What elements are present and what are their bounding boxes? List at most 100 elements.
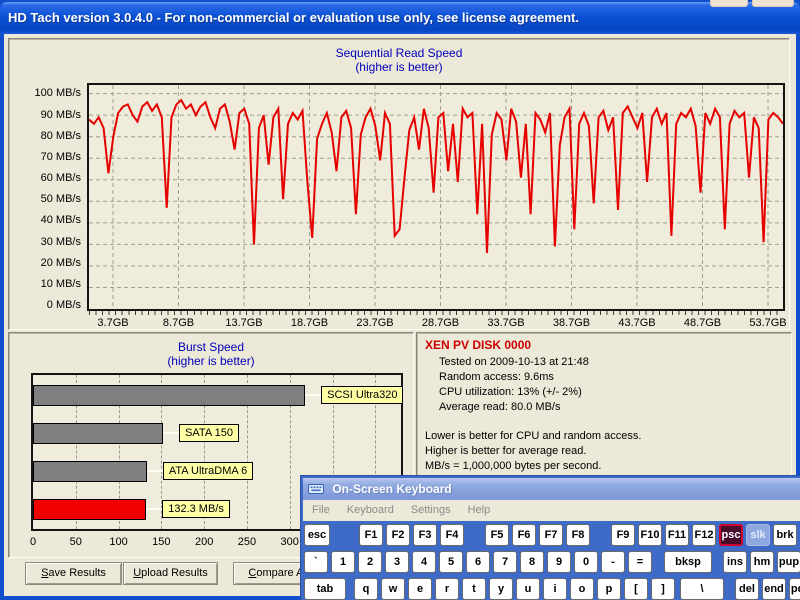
osk-key-5[interactable]: 5 bbox=[439, 551, 463, 573]
osk-key-0[interactable]: 0 bbox=[574, 551, 598, 573]
osk-key-y[interactable]: y bbox=[489, 578, 513, 600]
burst-axis-label: 300 bbox=[281, 536, 299, 548]
osk-key-F6[interactable]: F6 bbox=[512, 524, 536, 546]
osk-key-bksp[interactable]: bksp bbox=[664, 551, 712, 573]
osk-key-pup[interactable]: pup bbox=[777, 551, 800, 573]
osk-key-F4[interactable]: F4 bbox=[440, 524, 464, 546]
x-axis-tick-label: 33.7GB bbox=[487, 317, 524, 329]
osk-key-[interactable]: ] bbox=[651, 578, 675, 600]
bar-label-connector bbox=[163, 432, 179, 434]
x-axis-tick-label: 3.7GB bbox=[97, 317, 128, 329]
osk-key-t[interactable]: t bbox=[462, 578, 486, 600]
seq-read-line bbox=[89, 100, 783, 253]
osk-key-r[interactable]: r bbox=[435, 578, 459, 600]
y-axis-tick-label: 40 MB/s bbox=[11, 214, 81, 226]
osk-key-slk[interactable]: slk bbox=[746, 524, 770, 546]
x-axis-tick-label: 8.7GB bbox=[163, 317, 194, 329]
osk-key-[interactable]: = bbox=[628, 551, 652, 573]
osk-key-e[interactable]: e bbox=[408, 578, 432, 600]
osk-key-F12[interactable]: F12 bbox=[692, 524, 716, 546]
save-results-button[interactable]: Save Results bbox=[25, 562, 122, 585]
osk-menu-file[interactable]: File bbox=[312, 500, 330, 521]
x-axis-tick-label: 23.7GB bbox=[356, 317, 393, 329]
burst-bar-label: ATA UltraDMA 6 bbox=[163, 462, 253, 480]
keyboard-icon bbox=[308, 480, 324, 502]
burst-bar-label: 132.3 MB/s bbox=[162, 500, 230, 518]
osk-key-F1[interactable]: F1 bbox=[359, 524, 383, 546]
osk-key-F8[interactable]: F8 bbox=[566, 524, 590, 546]
osk-key-u[interactable]: u bbox=[516, 578, 540, 600]
sequential-read-panel: Sequential Read Speed (higher is better)… bbox=[8, 38, 790, 330]
x-axis-tick-label: 38.7GB bbox=[553, 317, 590, 329]
x-axis-tick-label: 53.7GB bbox=[749, 317, 786, 329]
osk-titlebar[interactable]: On-Screen Keyboard bbox=[303, 478, 800, 500]
osk-key-w[interactable]: w bbox=[381, 578, 405, 600]
osk-key-F3[interactable]: F3 bbox=[413, 524, 437, 546]
osk-key-F2[interactable]: F2 bbox=[386, 524, 410, 546]
y-axis-tick-label: 30 MB/s bbox=[11, 236, 81, 248]
osk-key-[interactable]: - bbox=[601, 551, 625, 573]
osk-key-esc[interactable]: esc bbox=[304, 524, 330, 546]
burst-axis-label: 200 bbox=[195, 536, 213, 548]
osk-key-i[interactable]: i bbox=[543, 578, 567, 600]
osk-key-7[interactable]: 7 bbox=[493, 551, 517, 573]
osk-key-F7[interactable]: F7 bbox=[539, 524, 563, 546]
osk-menu-keyboard[interactable]: Keyboard bbox=[347, 500, 394, 521]
osk-key-6[interactable]: 6 bbox=[466, 551, 490, 573]
hdtach-titlebar[interactable]: HD Tach version 3.0.4.0 - For non-commer… bbox=[0, 2, 800, 34]
burst-axis-label: 0 bbox=[30, 536, 36, 548]
osk-key-row-2: `1234567890-= bkspinshmpup bbox=[301, 551, 800, 573]
osk-key-[interactable]: \ bbox=[680, 578, 724, 600]
drive-detail-line: Random access: 9.6ms bbox=[425, 370, 783, 385]
burst-bar bbox=[33, 461, 147, 482]
y-axis-tick-label: 10 MB/s bbox=[11, 278, 81, 290]
seq-x-axis-ticks bbox=[89, 311, 783, 315]
osk-key-q[interactable]: q bbox=[354, 578, 378, 600]
y-axis-tick-label: 80 MB/s bbox=[11, 130, 81, 142]
seq-chart-title: Sequential Read Speed bbox=[9, 46, 789, 60]
osk-key-row-3: tabqwertyuiop[]\ delendpdn bbox=[301, 578, 800, 600]
drive-detail-line: Average read: 80.0 MB/s bbox=[425, 400, 783, 415]
osk-key-3[interactable]: 3 bbox=[385, 551, 409, 573]
osk-key-1[interactable]: 1 bbox=[331, 551, 355, 573]
drive-name: XEN PV DISK 0000 bbox=[425, 338, 783, 353]
burst-bar-label: SCSI Ultra320 bbox=[321, 386, 403, 404]
osk-key-p[interactable]: p bbox=[597, 578, 621, 600]
burst-axis-label: 50 bbox=[70, 536, 82, 548]
osk-key-F9[interactable]: F9 bbox=[611, 524, 635, 546]
osk-key-2[interactable]: 2 bbox=[358, 551, 382, 573]
osk-key-4[interactable]: 4 bbox=[412, 551, 436, 573]
osk-key-hm[interactable]: hm bbox=[750, 551, 774, 573]
osk-key-F10[interactable]: F10 bbox=[638, 524, 662, 546]
y-axis-tick-label: 100 MB/s bbox=[11, 87, 81, 99]
osk-key-[interactable]: [ bbox=[624, 578, 648, 600]
osk-key-row-1: esc F1F2F3F4 F5F6F7F8 F9F10F11F12pscslkbrk bbox=[301, 524, 800, 546]
y-axis-tick-label: 0 MB/s bbox=[11, 299, 81, 311]
drive-detail-line: CPU utilization: 13% (+/- 2%) bbox=[425, 385, 783, 400]
osk-key-F5[interactable]: F5 bbox=[485, 524, 509, 546]
osk-key-F11[interactable]: F11 bbox=[665, 524, 689, 546]
osk-key-del[interactable]: del bbox=[735, 578, 759, 600]
osk-menu-settings[interactable]: Settings bbox=[411, 500, 451, 521]
x-axis-tick-label: 18.7GB bbox=[291, 317, 328, 329]
osk-key-o[interactable]: o bbox=[570, 578, 594, 600]
burst-bar bbox=[33, 385, 305, 406]
osk-key-end[interactable]: end bbox=[762, 578, 786, 600]
osk-key-tab[interactable]: tab bbox=[304, 578, 346, 600]
y-axis-tick-label: 50 MB/s bbox=[11, 193, 81, 205]
y-axis-tick-label: 70 MB/s bbox=[11, 151, 81, 163]
x-axis-tick-label: 48.7GB bbox=[684, 317, 721, 329]
bar-label-connector bbox=[147, 470, 163, 472]
info-note-line: MB/s = 1,000,000 bytes per second. bbox=[425, 459, 783, 474]
osk-key-8[interactable]: 8 bbox=[520, 551, 544, 573]
info-note-line: Higher is better for average read. bbox=[425, 444, 783, 459]
osk-key-[interactable]: ` bbox=[304, 551, 328, 573]
osk-key-psc[interactable]: psc bbox=[719, 524, 743, 546]
osk-key-ins[interactable]: ins bbox=[723, 551, 747, 573]
osk-key-9[interactable]: 9 bbox=[547, 551, 571, 573]
osk-key-pdn[interactable]: pdn bbox=[789, 578, 800, 600]
upload-results-button[interactable]: Upload Results bbox=[123, 562, 218, 585]
osk-key-brk[interactable]: brk bbox=[773, 524, 797, 546]
x-axis-tick-label: 28.7GB bbox=[422, 317, 459, 329]
osk-menu-help[interactable]: Help bbox=[468, 500, 491, 521]
